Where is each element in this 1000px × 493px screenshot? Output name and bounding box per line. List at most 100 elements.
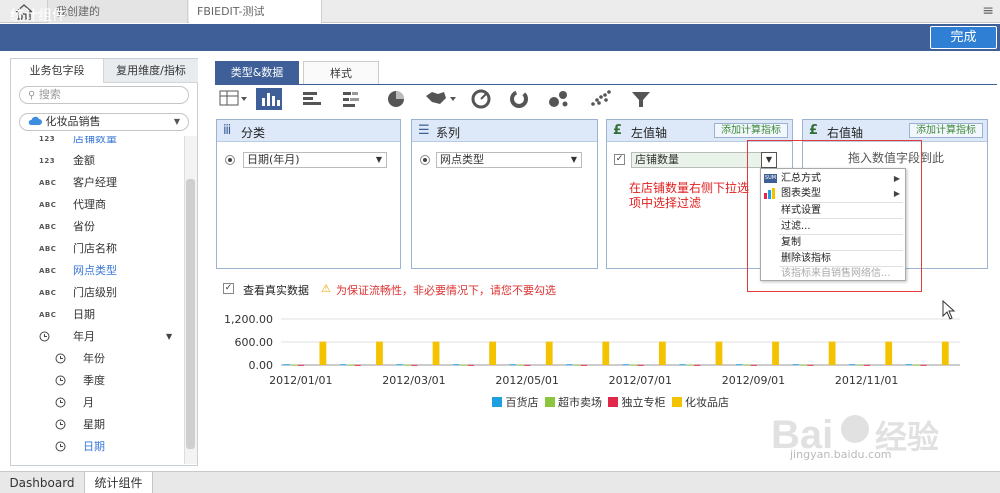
field-item[interactable]: 年月 ▼ [11, 326, 184, 348]
right-axis-zone-title: 右值轴 [827, 126, 864, 140]
x-tick-label: 2012/01/01 [269, 374, 332, 387]
bar-0-7 [679, 364, 686, 366]
category-zone[interactable]: ⅲ 分类 日期(年月) ▼ [216, 119, 401, 269]
field-item[interactable]: 年份 [11, 348, 184, 370]
tab-package-fields[interactable]: 业务包字段 [11, 59, 104, 83]
warning-icon: ⚠ [321, 282, 331, 295]
tab-stat-component[interactable]: 统计组件 [85, 472, 153, 493]
field-type-badge: ABC [39, 267, 57, 275]
annotation-text: 在店铺数量右侧下拉选项中选择过滤 [629, 181, 750, 210]
menu-item-style-settings[interactable]: 样式设置 [761, 203, 905, 218]
pie-chart-icon[interactable] [384, 88, 410, 110]
view-real-data-checkbox[interactable]: ✓ [223, 283, 234, 294]
stacked-bar-chart-icon[interactable] [340, 88, 366, 110]
menu-item-copy[interactable]: 复制 [761, 235, 905, 250]
add-calc-metric-button[interactable]: 添加计算指标 [714, 123, 788, 138]
bar-3-1 [376, 341, 383, 365]
field-item[interactable]: ABC 门店名称 [11, 238, 184, 260]
bar-0-5 [566, 364, 573, 366]
bar-2-3 [467, 364, 474, 366]
field-type-badge: ABC [39, 311, 57, 319]
legend-item-supermarket[interactable]: 超市卖场 [544, 394, 602, 409]
bar-1-4 [517, 364, 524, 366]
scroll-thumb[interactable] [186, 179, 195, 449]
bar-3-11 [941, 341, 949, 365]
cloud-icon [28, 116, 42, 125]
tab-reuse-dimensions[interactable]: 复用维度/指标 [104, 59, 198, 83]
menu-icon[interactable]: ≡ [982, 3, 994, 19]
field-item[interactable]: ABC 网点类型 [11, 260, 184, 282]
menu-item-chart-type[interactable]: 图表类型 ▶ [761, 186, 905, 201]
bubble-chart-icon[interactable] [546, 88, 572, 110]
field-item[interactable]: ABC 客户经理 [11, 172, 184, 194]
tab-style[interactable]: 样式 [303, 61, 379, 85]
field-item[interactable]: ABC 日期 [11, 304, 184, 326]
legend-label: 超市卖场 [558, 396, 602, 409]
series-radio[interactable] [420, 155, 430, 165]
field-name: 门店级别 [73, 286, 117, 299]
field-item[interactable]: ABC 代理商 [11, 194, 184, 216]
menu-item-filter[interactable]: 过滤... [761, 219, 905, 234]
menu-item-delete-metric[interactable]: 删除该指标 [761, 251, 905, 266]
search-input[interactable]: ⚲ 搜索 [19, 86, 189, 104]
field-name: 店铺数量 [73, 136, 117, 145]
chevron-down-icon[interactable]: ▼ [372, 153, 386, 167]
series-field-select[interactable]: 网点类型 ▼ [436, 152, 582, 168]
field-name: 星期 [83, 418, 105, 431]
y-tick-label: 600.00 [235, 336, 274, 349]
tab-type-data[interactable]: 类型&数据 [215, 61, 299, 85]
y-tick-label: 1,200.00 [224, 313, 273, 326]
field-item[interactable]: 123 金额 [11, 150, 184, 172]
field-item[interactable]: 月 [11, 392, 184, 414]
field-item[interactable]: ABC 门店级别 [11, 282, 184, 304]
legend-item-counter[interactable]: 独立专柜 [608, 394, 666, 409]
header-bar [0, 24, 1000, 51]
list-icon: ☰ [418, 123, 430, 138]
chevron-down-icon[interactable]: ▼ [166, 326, 172, 348]
series-zone[interactable]: ☰ 系列 网点类型 ▼ [411, 119, 598, 269]
clock-icon [39, 331, 50, 342]
field-name: 年份 [83, 352, 105, 365]
done-button[interactable]: 完成 [930, 26, 997, 49]
menu-item-aggregation[interactable]: SUM 汇总方式 ▶ [761, 171, 905, 186]
chevron-down-icon[interactable]: ▼ [567, 153, 581, 167]
bar-1-7 [687, 364, 694, 366]
add-calc-metric-button[interactable]: 添加计算指标 [909, 123, 983, 138]
field-item[interactable]: 星期 [11, 414, 184, 436]
footer-tab-bar: Dashboard 统计组件 [0, 471, 1000, 493]
tab-my-created[interactable]: 我创建的 [48, 0, 188, 23]
bar-chart-icon[interactable] [256, 88, 282, 110]
package-select[interactable]: 化妆品销售 ▼ [19, 113, 189, 131]
legend-item-department-store[interactable]: 百货店 [492, 394, 539, 409]
field-item[interactable]: 日期 [11, 436, 184, 458]
tab-dashboard[interactable]: Dashboard [0, 472, 85, 493]
left-axis-metric-checkbox[interactable]: ✓ [614, 154, 625, 165]
horizontal-bar-chart-icon[interactable] [300, 88, 326, 110]
warning-text: 为保证流畅性，非必要情况下，请您不要勾选 [336, 284, 556, 297]
x-tick-label: 2012/05/01 [495, 374, 558, 387]
field-item[interactable]: 123 店铺数量 [11, 136, 184, 150]
funnel-chart-icon[interactable] [628, 88, 654, 110]
field-type-badge: ABC [39, 179, 57, 187]
x-tick-label: 2012/07/01 [609, 374, 672, 387]
scatter-chart-icon[interactable] [588, 88, 614, 110]
category-radio[interactable] [225, 155, 235, 165]
view-real-data-label: 查看真实数据 [243, 284, 309, 297]
x-tick-label: 2012/03/01 [382, 374, 445, 387]
map-chart-icon[interactable] [424, 88, 456, 110]
series-field-value: 网点类型 [440, 153, 484, 166]
gauge-chart-icon[interactable] [468, 88, 494, 110]
bar-chart-icon [764, 188, 775, 199]
field-item[interactable]: 季度 [11, 370, 184, 392]
field-item[interactable]: ABC 省份 [11, 216, 184, 238]
bar-3-10 [885, 341, 893, 365]
tab-fbiedit-test[interactable]: FBIEDIT-测试 [189, 0, 322, 23]
legend-item-cosmetics-store[interactable]: 化妆品店 [671, 394, 729, 409]
series-zone-title: 系列 [436, 126, 461, 140]
field-name: 季度 [83, 374, 105, 387]
left-axis-zone-title: 左值轴 [631, 126, 668, 140]
category-field-select[interactable]: 日期(年月) ▼ [243, 152, 387, 168]
table-chart-icon[interactable] [218, 88, 247, 110]
ring-chart-icon[interactable] [506, 88, 532, 110]
field-type-badge: ABC [39, 245, 57, 253]
